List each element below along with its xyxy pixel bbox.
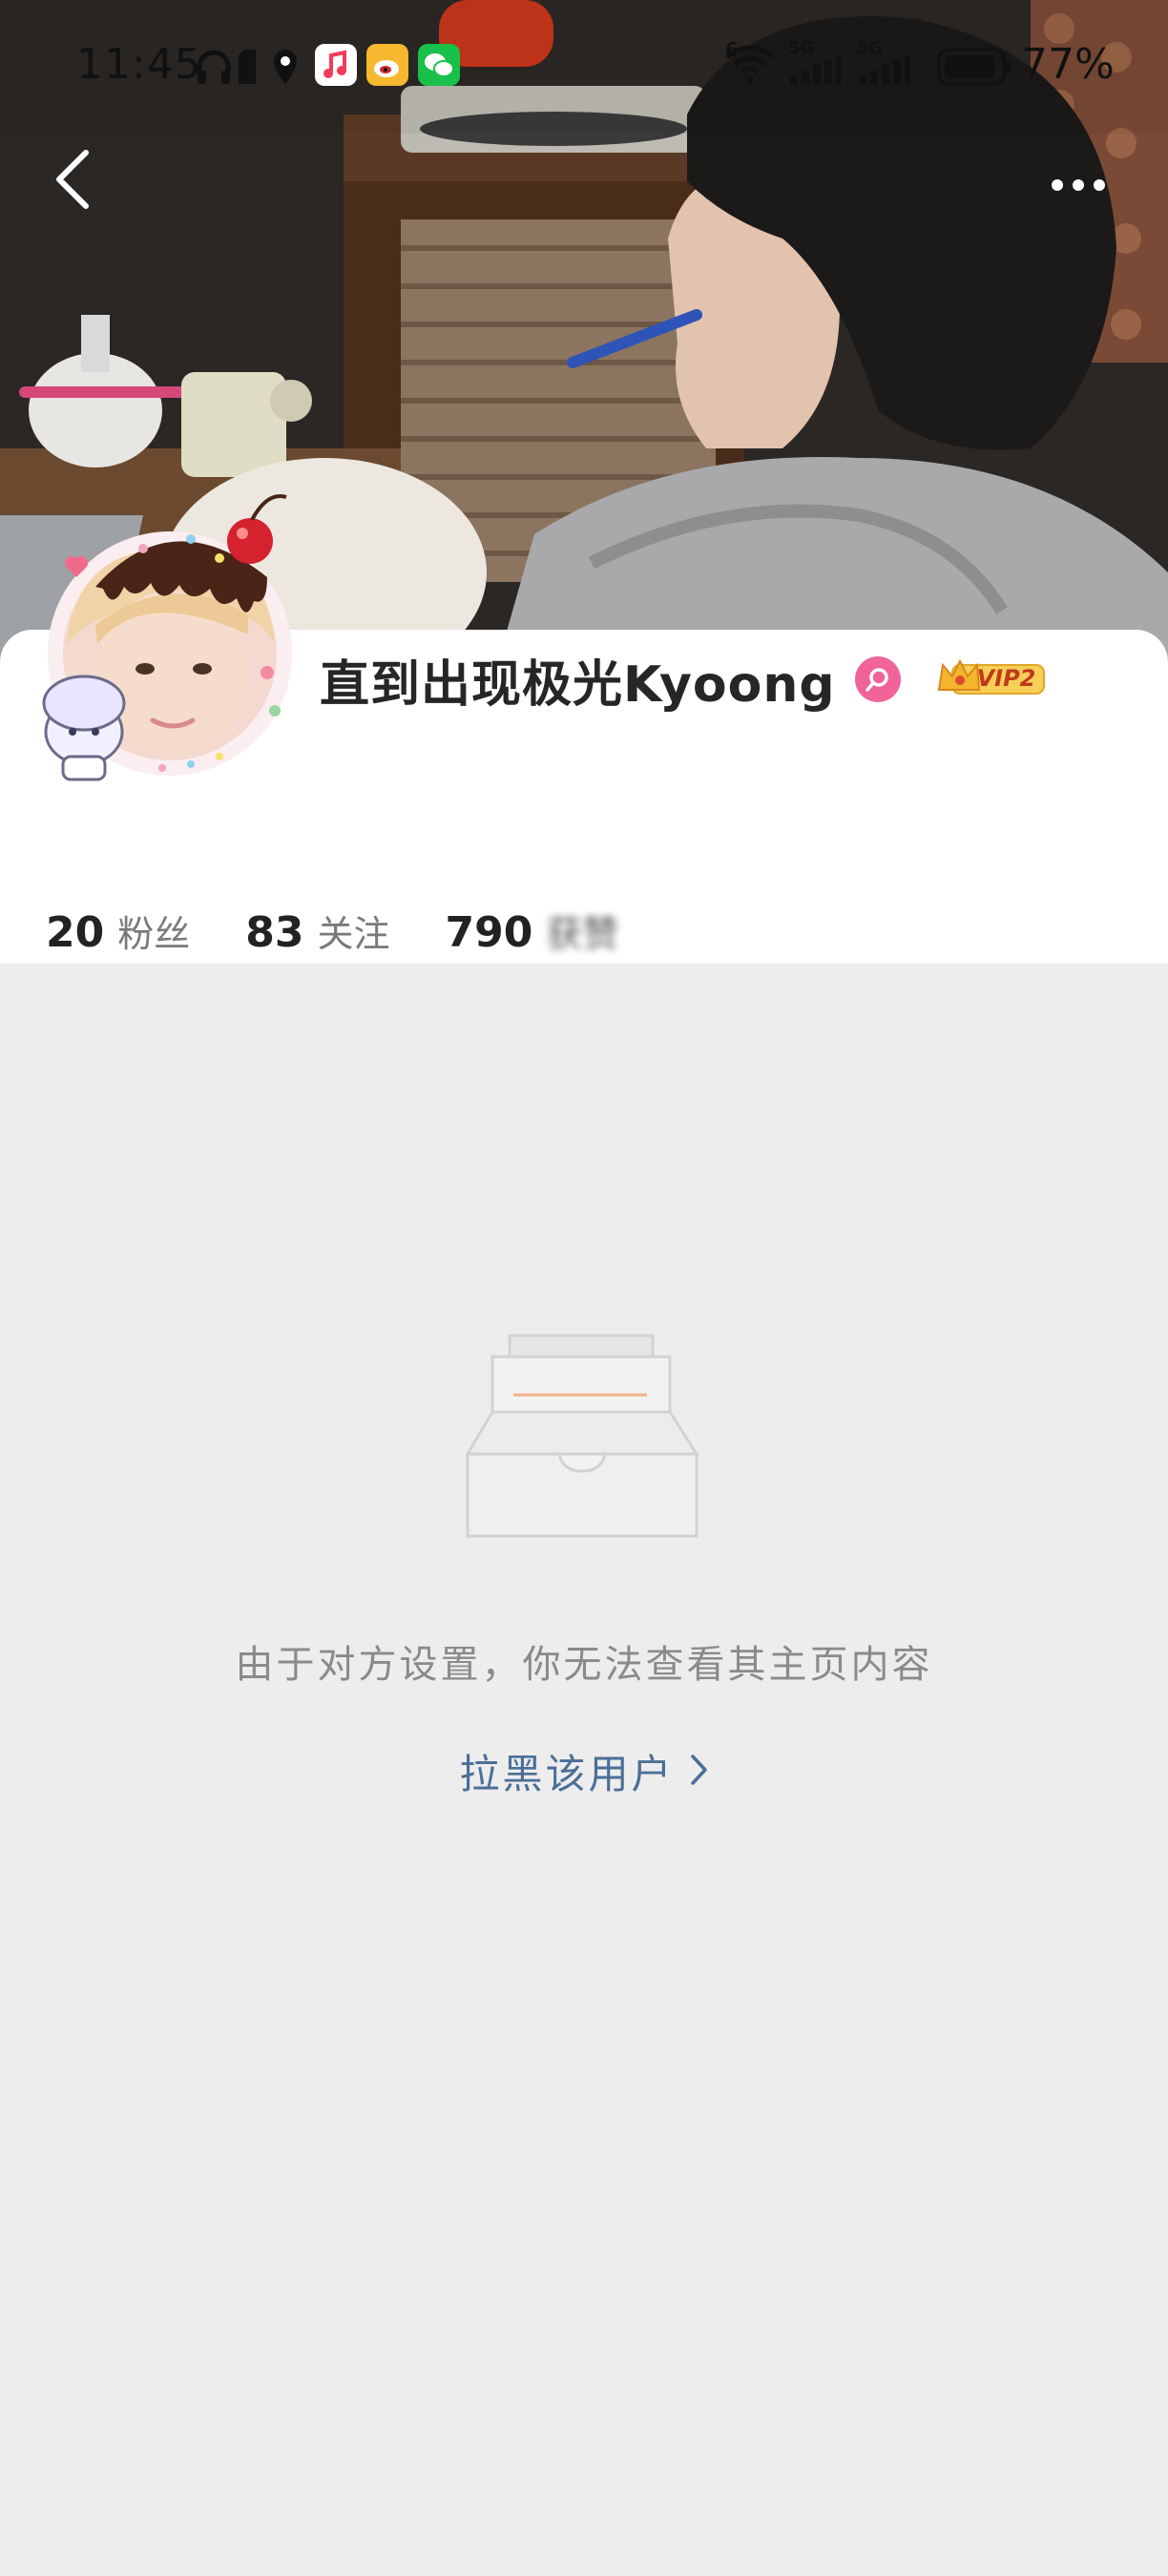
chevron-right-icon xyxy=(690,1754,709,1790)
fans-count: 20 xyxy=(46,908,105,957)
headphones-icon xyxy=(195,48,233,90)
battery-icon xyxy=(937,48,1012,90)
likes-label: 获赞 xyxy=(546,913,619,955)
following-label: 关注 xyxy=(317,913,390,955)
stat-following[interactable]: 83 关注 xyxy=(245,904,389,957)
more-button[interactable] xyxy=(1035,153,1121,219)
block-user-button[interactable]: 拉黑该用户 xyxy=(0,1742,1168,1800)
block-user-label: 拉黑该用户 xyxy=(459,1751,675,1797)
avatar[interactable] xyxy=(29,482,305,787)
stat-likes[interactable]: 790 获赞 xyxy=(446,904,619,957)
stat-fans[interactable]: 20 粉丝 xyxy=(46,904,190,957)
status-bar: 11:45 6 5G 5G 77% xyxy=(0,0,1168,134)
vip-badge[interactable]: VIP2 xyxy=(935,657,1046,701)
empty-inbox-icon xyxy=(464,1332,704,1546)
signal-icon xyxy=(857,55,912,88)
status-time: 11:45 xyxy=(76,40,202,89)
fans-label: 粉丝 xyxy=(117,913,191,955)
battery-percent: 77% xyxy=(1021,40,1115,89)
nickname-row: 直到出现极光Kyoong VIP2 xyxy=(320,641,1046,717)
more-horizontal-icon xyxy=(1050,177,1107,196)
music-app-icon xyxy=(315,44,357,90)
location-icon xyxy=(271,48,300,90)
following-count: 83 xyxy=(245,908,304,957)
signal-icon xyxy=(788,55,844,88)
vip-label: VIP2 xyxy=(976,665,1036,692)
wifi-generation-badge: 6 xyxy=(725,38,739,61)
back-button[interactable] xyxy=(34,143,111,219)
restricted-message: 由于对方设置，你无法查看其主页内容 xyxy=(235,1643,933,1687)
wechat-app-icon xyxy=(418,44,460,90)
nickname: 直到出现极光Kyoong xyxy=(320,655,836,714)
likes-count: 790 xyxy=(445,908,533,957)
profile-stats: 20 粉丝 83 关注 790 获赞 xyxy=(46,904,674,962)
search-badge-icon[interactable] xyxy=(854,656,901,702)
weibo-app-icon xyxy=(366,44,408,90)
chevron-left-icon xyxy=(53,149,92,214)
sim-icon xyxy=(237,50,258,88)
